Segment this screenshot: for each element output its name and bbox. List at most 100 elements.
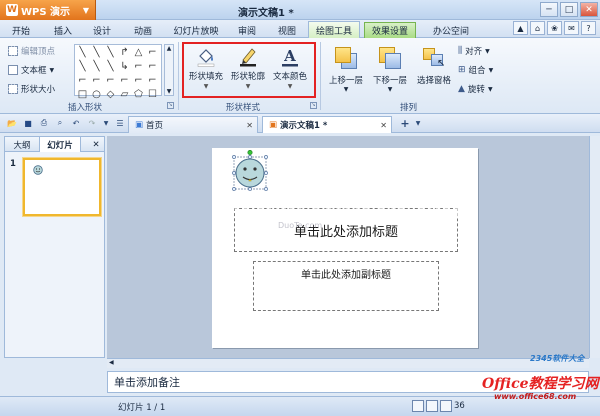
pane-tab-bar: 大纲 幻灯片 ✕ [5,137,104,152]
vertical-scrollbar[interactable] [589,136,600,358]
shape-elbow-5[interactable]: ⌐ [90,74,103,87]
insert-shape-launcher-icon[interactable]: ↘ [167,102,174,109]
collapse-ribbon-icon[interactable]: ▲ [513,21,528,35]
save-icon[interactable]: ■ [22,117,34,129]
slide-thumbnail[interactable] [23,158,101,216]
shape-elbow-4[interactable]: ⌐ [76,74,89,87]
tab-slideshow[interactable]: 幻灯片放映 [170,22,222,38]
shape-line-3[interactable]: ╲ [104,46,117,59]
chevron-down-icon[interactable]: ▼ [412,117,424,129]
align-button[interactable]: ⫼ 对齐 ▼ [458,44,490,58]
tab-view[interactable]: 视图 [274,22,300,38]
mail-icon[interactable]: ✉ [564,21,579,35]
send-backward-button[interactable]: 下移一层 ▼ [368,46,412,96]
tab-animation[interactable]: 动画 [128,22,158,38]
slide-number: 1 [10,159,16,169]
help-icon[interactable]: ? [581,21,596,35]
tab-insert[interactable]: 插入 [50,22,76,38]
tab-office-space[interactable]: 办公空间 [428,22,474,38]
chevron-down-icon[interactable]: ▼ [100,117,112,129]
text-box-label: 文本框 [21,66,47,76]
minimize-button[interactable]: ─ [540,2,558,17]
new-tab-button[interactable]: + [398,117,412,130]
close-icon[interactable]: ✕ [380,121,387,130]
close-button[interactable]: ✕ [580,2,598,17]
shape-arrow-3[interactable]: ╲ [104,60,117,73]
app-menu-button[interactable]: W WPS 演示 ▼ [0,0,96,20]
bring-forward-button[interactable]: 上移一层 ▼ [324,46,368,96]
duote-watermark-small: DuoTe.com [278,221,323,230]
chevron-down-icon: ▼ [49,66,55,74]
shape-connector-2[interactable]: ↳ [118,60,131,73]
tab-review[interactable]: 审阅 [234,22,260,38]
selection-pane-label: 选择窗格 [416,76,451,86]
shape-elbow-9[interactable]: ⌐ [146,74,159,87]
print-preview-icon[interactable]: ⌕ [54,117,66,129]
maximize-button[interactable]: □ [560,2,578,17]
title-bar: W WPS 演示 ▼ 演示文稿1 * ─ □ ✕ [0,0,600,20]
rotate-button[interactable]: ▲ 旋转 ▼ [458,82,493,96]
shape-line-2[interactable]: ╲ [90,46,103,59]
duote-watermark: www.DuoTe.com [232,196,481,226]
tab-outline[interactable]: 大纲 [7,137,37,152]
shapes-gallery-scroll[interactable]: ▲ ▼ [164,44,174,96]
zoom-level[interactable]: 36 [454,401,465,411]
shape-square[interactable]: ☐ [146,88,159,101]
smiley-shape[interactable] [231,150,269,196]
subtitle-placeholder[interactable]: 单击此处添加副标题 [253,261,439,311]
shape-triangle[interactable]: △ [132,46,145,59]
scroll-up-icon[interactable]: ▲ [167,45,172,52]
home-icon[interactable]: ⌂ [530,21,545,35]
tab-home[interactable]: 开始 [8,22,34,38]
shape-elbow-8[interactable]: ⌐ [132,74,145,87]
shape-rectangle[interactable]: □ [76,88,89,101]
shape-size-button[interactable]: 形状大小 [8,82,55,96]
shape-elbow-7[interactable]: ⌐ [118,74,131,87]
group-button[interactable]: ⊞ 组合 ▼ [458,63,493,77]
shape-elbow-6[interactable]: ⌐ [104,74,117,87]
selection-pane-button[interactable]: ↖ 选择窗格 [412,46,456,96]
open-icon[interactable]: 📂 [6,117,18,129]
shape-line-1[interactable]: ╲ [76,46,89,59]
doc-tab-presentation[interactable]: ▣ 演示文稿1 * ✕ [262,116,392,133]
tab-effect-settings[interactable]: 效果设置 [364,22,416,38]
close-pane-icon[interactable]: ✕ [89,137,103,152]
shape-parallelogram[interactable]: ▱ [118,88,131,101]
menu-tab-bar: 开始 插入 设计 动画 幻灯片放映 审阅 视图 绘图工具 效果设置 办公空间 [0,20,600,38]
shape-pentagon[interactable]: ⬠ [132,88,145,101]
print-icon[interactable]: ⎙ [38,117,50,129]
arrange-group-label: 排列 [400,103,418,113]
presentation-icon: ▣ [269,120,278,130]
shape-oval[interactable]: ○ [90,88,103,101]
shape-arrow-1[interactable]: ╲ [76,60,89,73]
tab-slides[interactable]: 幻灯片 [39,137,81,152]
edit-points-button[interactable]: 编辑顶点 [8,44,55,58]
normal-view-button[interactable] [412,400,424,412]
text-box-button[interactable]: 文本框 ▼ [8,63,54,77]
chevron-down-icon: ▼ [488,66,494,74]
tab-drawing-tools[interactable]: 绘图工具 [308,21,360,38]
doc-tab-home[interactable]: ▣ 首页 ✕ [128,116,258,133]
sorter-view-button[interactable] [426,400,438,412]
slideshow-view-button[interactable] [440,400,452,412]
shape-arrow-2[interactable]: ╲ [90,60,103,73]
document-title: 演示文稿1 * [238,8,294,19]
tab-design[interactable]: 设计 [89,22,115,38]
shape-diamond[interactable]: ◇ [104,88,117,101]
horizontal-scrollbar[interactable]: ◀ [107,358,589,368]
scroll-left-icon[interactable]: ◀ [109,359,114,366]
close-icon[interactable]: ✕ [246,121,253,130]
skin-icon[interactable]: ❀ [547,21,562,35]
undo-icon[interactable]: ↶ [70,117,82,129]
redo-icon[interactable]: ↷ [86,117,98,129]
shape-style-launcher-icon[interactable]: ↘ [310,102,317,109]
shape-elbow-1[interactable]: ⌐ [146,46,159,59]
tab-list-icon[interactable]: ☰ [114,117,126,129]
shape-connector-1[interactable]: ↱ [118,46,131,59]
help-icon-group: ▲ ⌂ ❀ ✉ ? [513,21,596,37]
group-label: 组合 [468,66,486,76]
scroll-down-icon[interactable]: ▼ [167,88,172,95]
shape-elbow-3[interactable]: ⌐ [146,60,159,73]
shape-elbow-2[interactable]: ⌐ [132,60,145,73]
bring-forward-label: 上移一层 [328,76,363,86]
